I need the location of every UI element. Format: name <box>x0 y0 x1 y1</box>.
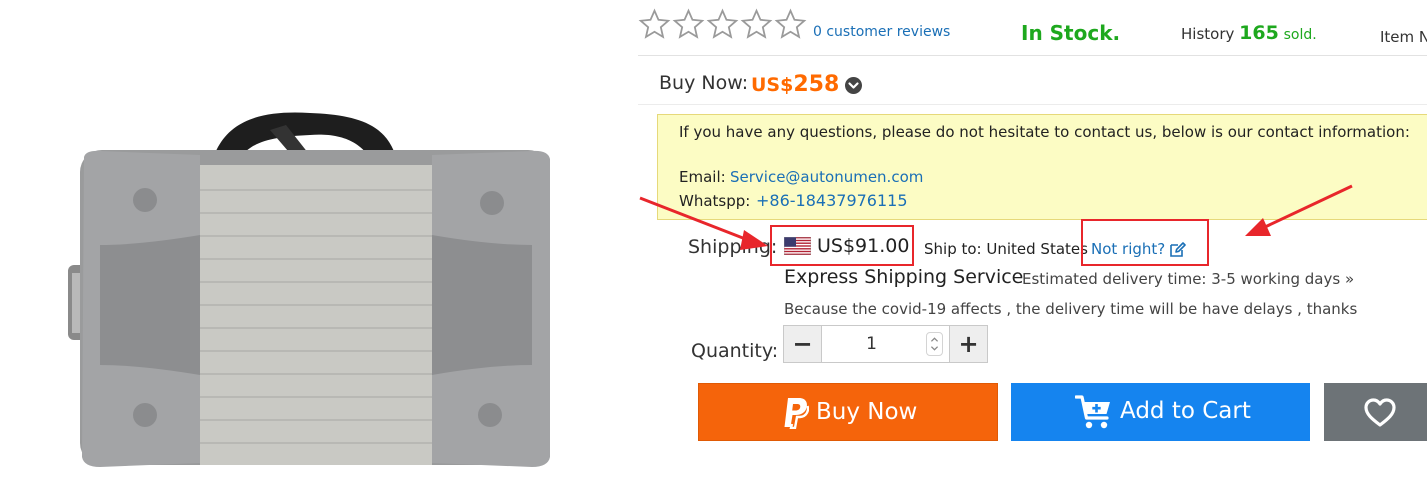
star-empty-icon <box>638 8 671 39</box>
price-currency: US$ <box>751 74 794 96</box>
sold-label: sold. <box>1283 27 1317 43</box>
email-label: Email: <box>679 168 726 186</box>
add-to-cart-label: Add to Cart <box>1120 398 1251 424</box>
buy-now-label: Buy Now <box>816 399 918 425</box>
shipping-price-selector[interactable]: US$91.00 <box>770 225 914 266</box>
add-to-cart-button[interactable]: Add to Cart <box>1011 383 1310 441</box>
us-flag-icon <box>784 237 811 255</box>
quantity-decrease-button[interactable]: − <box>784 326 822 362</box>
estimated-delivery-link[interactable]: Estimated delivery time: 3-5 working day… <box>1022 270 1354 288</box>
shipping-price: US$91.00 <box>817 235 910 257</box>
shipping-service-name: Express Shipping Service <box>784 266 1024 288</box>
not-right-link[interactable]: Not right? <box>1091 240 1165 258</box>
buy-now-button[interactable]: Buy Now <box>698 383 998 441</box>
history-label: History <box>1181 25 1235 43</box>
item-number-label: Item N <box>1380 28 1427 46</box>
ship-to-text: Ship to: United States <box>924 240 1088 258</box>
not-right-link-box[interactable]: Not right? <box>1081 219 1209 266</box>
contact-info-box: If you have any questions, please do not… <box>657 114 1427 220</box>
whatsapp-label: Whatspp: <box>679 192 751 210</box>
price-dropdown-toggle[interactable] <box>845 77 862 94</box>
quantity-value: 1 <box>866 334 877 354</box>
buy-now-price: US$258 <box>751 72 839 97</box>
email-link[interactable]: Service@autonumen.com <box>730 168 923 186</box>
star-empty-icon <box>672 8 705 39</box>
quantity-field[interactable]: 1 <box>822 326 949 362</box>
wishlist-button[interactable] <box>1324 383 1427 441</box>
quantity-stepper: − 1 + <box>783 325 988 363</box>
heart-icon <box>1364 398 1396 427</box>
whatsapp-link[interactable]: +86-18437976115 <box>756 191 908 210</box>
product-image <box>68 112 550 467</box>
customer-reviews-link[interactable]: 0 customer reviews <box>813 24 950 40</box>
star-empty-icon <box>774 8 807 39</box>
paypal-icon <box>784 398 809 429</box>
star-empty-icon <box>706 8 739 39</box>
sold-count: 165 <box>1239 22 1279 44</box>
chevron-down-icon <box>848 82 859 89</box>
cart-plus-icon <box>1075 395 1110 429</box>
spinner-arrows-icon[interactable] <box>926 332 943 356</box>
buy-now-price-label: Buy Now: <box>659 72 749 94</box>
sales-history: History 165 sold. <box>1181 22 1317 44</box>
stock-status: In Stock. <box>1021 21 1121 45</box>
divider <box>638 104 1427 105</box>
edit-icon <box>1170 242 1186 257</box>
delivery-delay-note: Because the covid-19 affects , the deliv… <box>784 300 1358 318</box>
shipping-label: Shipping: <box>688 236 778 258</box>
price-amount: 258 <box>793 72 840 97</box>
quantity-label: Quantity: <box>691 340 779 362</box>
quantity-increase-button[interactable]: + <box>949 326 987 362</box>
divider <box>638 55 1427 56</box>
contact-intro-text: If you have any questions, please do not… <box>679 123 1410 141</box>
star-empty-icon <box>740 8 773 39</box>
rating-stars[interactable] <box>638 8 807 41</box>
